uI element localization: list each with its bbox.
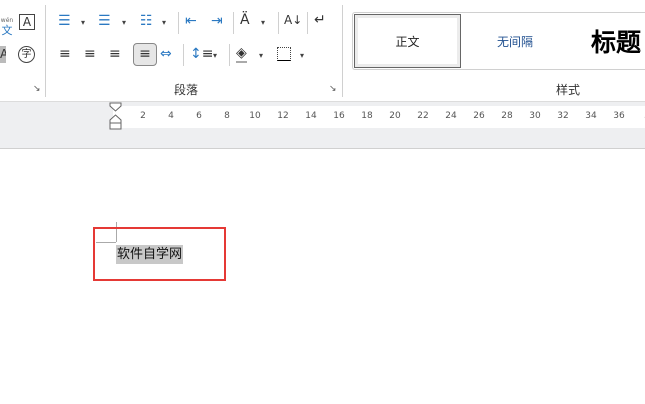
- ruler-tick-label: 14: [305, 111, 317, 121]
- separator: [233, 12, 234, 34]
- style-no-spacing[interactable]: 无间隔: [465, 13, 565, 69]
- ruler-tick-label: 12: [277, 111, 289, 121]
- style-normal[interactable]: 正文: [354, 14, 461, 68]
- ruler-tick-label: 22: [417, 111, 429, 121]
- distributed-icon[interactable]: ⇔: [160, 46, 172, 62]
- ruler-tick-label: 26: [473, 111, 485, 121]
- ribbon: wén 文 A A 字 ↘ ☰ ▾ ☰ ▾ ☷ ▾ ⇤ ⇥ Ä ▾ A↓ ↵ ≡ ≡ ≡ …: [0, 0, 645, 101]
- annotation-highlight-box: [93, 227, 226, 281]
- chinese-layout-icon[interactable]: Ä: [240, 12, 250, 28]
- decrease-indent-icon[interactable]: ⇤: [185, 13, 197, 29]
- chevron-down-icon[interactable]: ▾: [259, 51, 263, 60]
- ruler-tick-label: 30: [529, 111, 541, 121]
- separator: [183, 44, 184, 66]
- increase-indent-icon[interactable]: ⇥: [211, 13, 223, 29]
- chevron-down-icon[interactable]: ▾: [81, 18, 85, 27]
- ruler-tick-label: 4: [168, 111, 174, 121]
- sort-icon[interactable]: A↓: [284, 12, 302, 28]
- show-marks-icon[interactable]: ↵: [314, 12, 326, 28]
- numbering-icon[interactable]: ☰: [98, 13, 111, 29]
- ruler-tick-label: 16: [333, 111, 345, 121]
- character-border-button[interactable]: A: [19, 14, 35, 30]
- chevron-down-icon[interactable]: ▾: [261, 18, 265, 27]
- separator: [307, 12, 308, 34]
- chevron-down-icon[interactable]: ▾: [213, 51, 217, 60]
- ruler-tick-label: 20: [389, 111, 401, 121]
- style-heading[interactable]: 标题: [571, 13, 645, 69]
- borders-icon[interactable]: [277, 47, 291, 61]
- ruler-tick-label: 18: [361, 111, 373, 121]
- align-right-icon[interactable]: ≡: [109, 46, 121, 62]
- ruler-tick-label: 32: [557, 111, 569, 121]
- ruler-tick-label: 6: [196, 111, 202, 121]
- multilevel-list-icon[interactable]: ☷: [140, 13, 153, 29]
- separator: [178, 12, 179, 34]
- indent-marker[interactable]: [109, 102, 122, 130]
- styles-group-label: 样式: [556, 83, 581, 97]
- justify-icon[interactable]: ≡: [133, 43, 157, 66]
- group-divider: [45, 5, 46, 97]
- align-left-icon[interactable]: ≡: [59, 46, 71, 62]
- ruler-tick-label: 2: [140, 111, 146, 121]
- chevron-down-icon[interactable]: ▾: [122, 18, 126, 27]
- paragraph-group-label: 段落: [174, 83, 199, 97]
- align-center-icon[interactable]: ≡: [84, 46, 96, 62]
- line-spacing-icon[interactable]: ↕≡: [190, 46, 213, 62]
- paragraph-dialog-launcher[interactable]: ↘: [329, 84, 337, 94]
- ruler-tick-label: 24: [445, 111, 457, 121]
- character-shading-button[interactable]: A: [0, 46, 6, 63]
- separator: [229, 44, 230, 66]
- group-divider: [342, 5, 343, 97]
- separator: [278, 12, 279, 34]
- chevron-down-icon[interactable]: ▾: [162, 18, 166, 27]
- chevron-down-icon[interactable]: ▾: [300, 51, 304, 60]
- shading-icon[interactable]: ◈: [236, 45, 247, 63]
- enclose-characters-button[interactable]: 字: [18, 46, 35, 63]
- ruler-tick-label: 28: [501, 111, 513, 121]
- bullets-icon[interactable]: ☰: [58, 13, 71, 29]
- ruler-tick-label: 10: [249, 111, 261, 121]
- ruler-tick-label: 34: [585, 111, 597, 121]
- font-dialog-launcher[interactable]: ↘: [33, 84, 41, 94]
- ruler-tick-label: 8: [224, 111, 230, 121]
- styles-gallery: 正文 无间隔 标题: [352, 12, 645, 70]
- ruler-tick-label: 36: [613, 111, 625, 121]
- phonetic-guide-button[interactable]: wén 文: [0, 14, 14, 36]
